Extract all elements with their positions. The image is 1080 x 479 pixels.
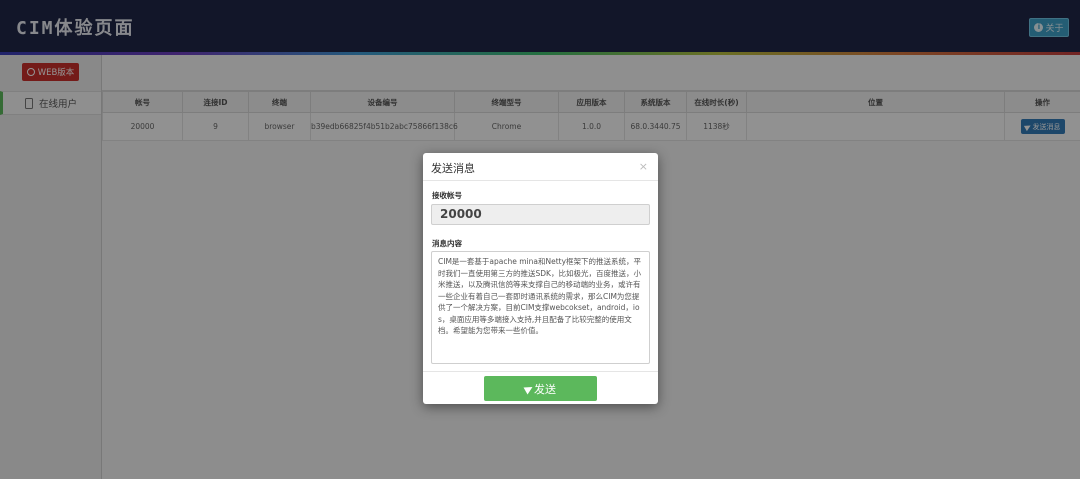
modal-title: 发送消息	[431, 162, 475, 175]
receiver-label: 接收帐号	[432, 191, 462, 200]
receiver-account-field[interactable]: 20000	[431, 204, 650, 225]
modal-footer: 发送	[423, 371, 658, 404]
send-button[interactable]: 发送	[484, 376, 597, 401]
send-message-modal: 发送消息 × 接收帐号 20000 消息内容 CIM是一套基于apache mi…	[423, 153, 658, 404]
modal-header: 发送消息 ×	[423, 153, 658, 181]
paper-plane-icon	[523, 383, 535, 394]
send-button-label: 发送	[534, 382, 556, 396]
content-label: 消息内容	[432, 239, 462, 248]
close-icon[interactable]: ×	[639, 160, 648, 173]
message-content-textarea[interactable]: CIM是一套基于apache mina和Netty框架下的推送系统，平时我们一直…	[431, 251, 650, 364]
